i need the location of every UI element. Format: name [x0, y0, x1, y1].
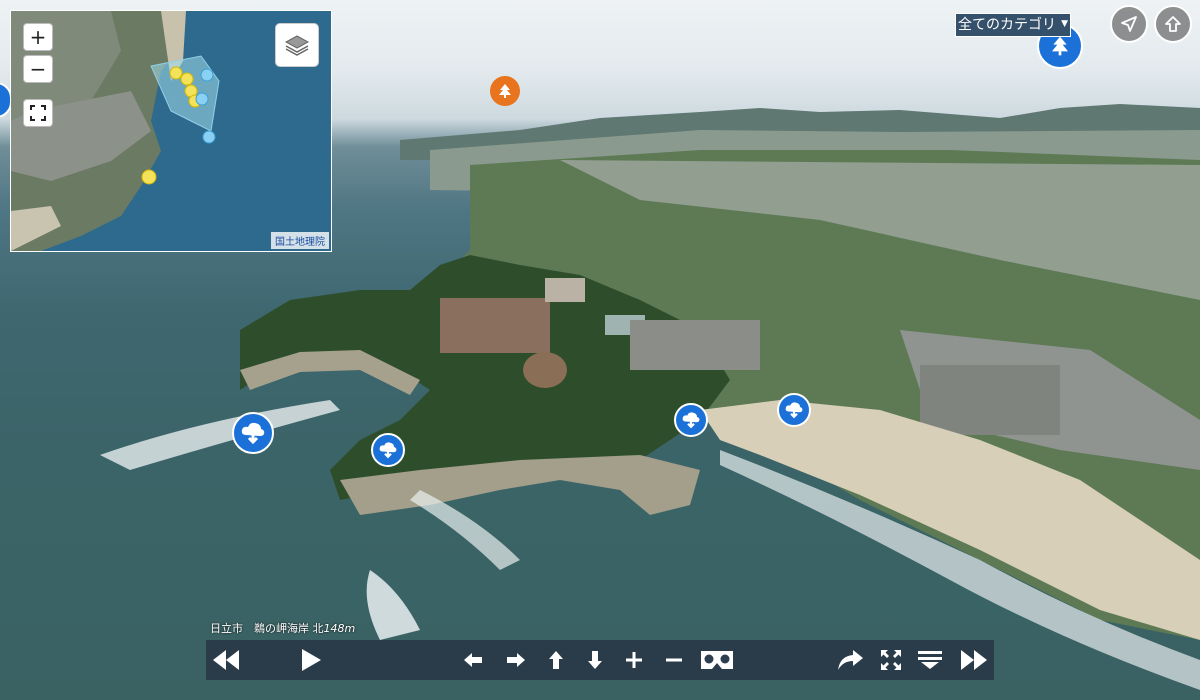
play-icon	[302, 649, 321, 671]
play-button[interactable]	[294, 640, 328, 680]
vr-headset-icon	[701, 651, 733, 669]
cloud-download-icon	[682, 412, 700, 429]
map-zoom-in-button[interactable]: +	[23, 23, 53, 51]
category-select-value: 全てのカテゴリ	[958, 17, 1056, 33]
cloud-download-icon	[379, 442, 397, 459]
download-hotspot-2[interactable]	[371, 433, 405, 467]
zoom-in-button[interactable]	[619, 640, 649, 680]
share-icon	[838, 650, 863, 670]
navigation-arrow-icon	[1121, 16, 1137, 32]
arrow-up-icon	[549, 651, 563, 669]
pan-left-button[interactable]	[458, 640, 488, 680]
arrow-left-icon	[464, 653, 482, 667]
caret-down-icon: ▼	[1061, 19, 1068, 29]
menu-toggle-button[interactable]	[914, 640, 946, 680]
cloud-download-icon	[241, 422, 265, 445]
pan-right-button[interactable]	[501, 640, 531, 680]
map-zoom-out-button[interactable]: −	[23, 55, 53, 83]
rewind-button[interactable]	[206, 640, 246, 680]
rewind-icon	[213, 650, 239, 670]
panorama-viewer[interactable]: + − 国土地理院 全てのカテゴリ ▼ 日立市 鵜の岬海岸 北148m	[0, 0, 1200, 700]
up-button[interactable]	[1154, 5, 1192, 43]
minus-icon	[666, 658, 682, 662]
share-button[interactable]	[833, 640, 867, 680]
fullscreen-icon	[30, 105, 46, 121]
heading-direction: 北	[312, 622, 324, 635]
location-name: 日立市 鵜の岬海岸	[210, 622, 309, 635]
plus-icon	[626, 652, 642, 668]
arrow-down-icon	[588, 651, 602, 669]
fullscreen-button[interactable]	[876, 640, 906, 680]
altitude-distance: 148m	[323, 622, 356, 635]
fast-forward-button[interactable]	[954, 640, 994, 680]
map-fullscreen-button[interactable]	[23, 99, 53, 127]
pan-up-button[interactable]	[541, 640, 571, 680]
up-arrow-icon	[1165, 16, 1181, 32]
arrow-right-icon	[507, 653, 525, 667]
map-attribution[interactable]: 国土地理院	[271, 232, 329, 249]
collapse-menu-icon	[918, 651, 942, 669]
panorama-toolbar	[206, 640, 994, 680]
download-hotspot-3[interactable]	[674, 403, 708, 437]
landmark-hotspot-orange[interactable]	[490, 76, 520, 106]
tree-icon	[1052, 36, 1068, 56]
fullscreen-icon	[881, 650, 901, 670]
navigate-button[interactable]	[1110, 5, 1148, 43]
minimap[interactable]: + − 国土地理院	[10, 10, 332, 252]
tree-icon	[499, 84, 511, 98]
pan-down-button[interactable]	[580, 640, 610, 680]
map-layers-button[interactable]	[275, 23, 319, 67]
download-hotspot-1[interactable]	[232, 412, 274, 454]
zoom-out-button[interactable]	[659, 640, 689, 680]
cloud-download-icon	[785, 402, 803, 419]
location-caption: 日立市 鵜の岬海岸 北148m	[210, 620, 355, 636]
download-hotspot-4[interactable]	[777, 393, 811, 427]
vr-button[interactable]	[696, 640, 738, 680]
layers-icon	[284, 35, 310, 56]
fast-forward-icon	[961, 650, 987, 670]
category-select[interactable]: 全てのカテゴリ ▼	[955, 13, 1071, 37]
